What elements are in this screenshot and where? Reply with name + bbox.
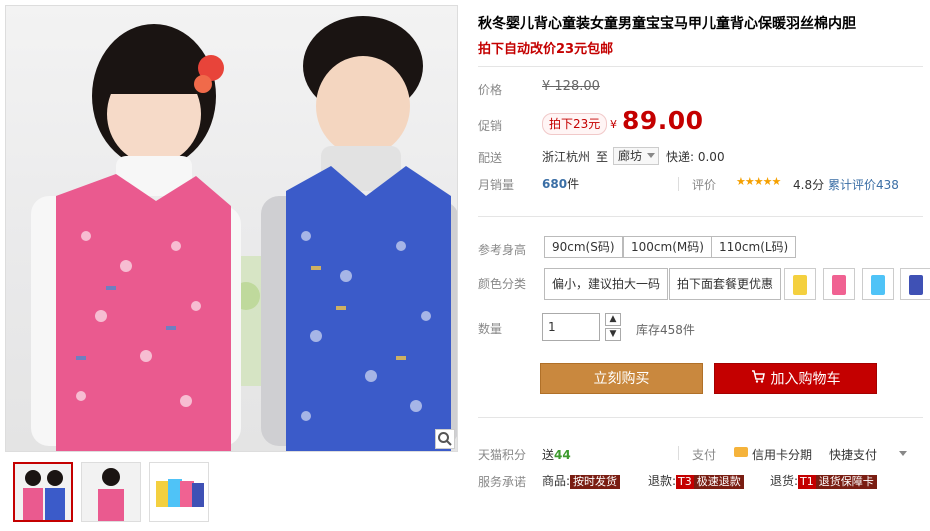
height-option-l[interactable]: 110cm(L码): [711, 236, 797, 258]
service-return-label: 退货:: [770, 474, 799, 488]
thumbnail-strip: [13, 462, 209, 522]
chevron-down-icon: [647, 153, 656, 158]
product-title: 秋冬婴儿背心童装女童男童宝宝马甲儿童背心保暖羽丝棉内胆: [478, 16, 856, 32]
review-count-link[interactable]: 累计评价438: [828, 176, 899, 193]
quick-pay[interactable]: 快捷支付: [829, 446, 877, 463]
rating-label: 评价: [692, 178, 717, 192]
points-label: 天猫积分: [478, 448, 527, 462]
chevron-down-icon[interactable]: [899, 451, 907, 456]
service-return-t1: T1: [798, 475, 816, 489]
add-to-cart-label: 加入购物车: [770, 371, 841, 388]
credit-card-icon: [734, 447, 748, 457]
original-price: ¥ 128.00: [542, 79, 600, 94]
cart-icon: [751, 364, 765, 395]
divider: [678, 446, 679, 460]
main-product-image[interactable]: [5, 5, 458, 452]
sales-unit: 件: [567, 177, 580, 191]
currency-symbol: ¥: [610, 118, 617, 131]
product-photo: [31, 16, 457, 451]
service-goods-badge[interactable]: 按时发货: [570, 475, 621, 489]
rating-score: 4.8分: [793, 178, 825, 192]
credit-installment[interactable]: 信用卡分期: [752, 446, 812, 463]
express-fee: 快递: 0.00: [666, 150, 725, 164]
quantity-input[interactable]: [542, 313, 600, 341]
divider: [478, 216, 923, 217]
divider: [478, 417, 923, 418]
service-goods: 商品: 按时发货: [542, 472, 621, 489]
quantity-increase[interactable]: ▲: [605, 313, 621, 326]
color-swatch-yellow[interactable]: [784, 268, 816, 300]
quantity-decrease[interactable]: ▼: [605, 328, 621, 341]
promo-label: 促销: [478, 119, 503, 133]
divider: [478, 66, 923, 67]
buy-now-button[interactable]: 立刻购买: [540, 363, 703, 394]
quantity-label: 数量: [478, 322, 503, 336]
sales-count: 680: [542, 177, 568, 191]
service-refund: 退款: T3 极速退款: [648, 472, 744, 489]
color-swatch-pink[interactable]: [823, 268, 855, 300]
points-number: 44: [554, 448, 571, 462]
add-to-cart-button[interactable]: 加入购物车: [714, 363, 877, 394]
height-option-m[interactable]: 100cm(M码): [623, 236, 712, 258]
service-goods-label: 商品:: [542, 474, 571, 488]
product-subtitle: 拍下自动改价23元包邮: [478, 42, 614, 57]
price-label: 价格: [478, 83, 503, 97]
divider: [678, 177, 679, 191]
service-refund-badge[interactable]: 极速退款: [693, 475, 744, 489]
thumbnail-3[interactable]: [149, 462, 209, 522]
color-swatch-lightblue[interactable]: [862, 268, 894, 300]
color-swatch-blue[interactable]: [900, 268, 930, 300]
monthly-sales-label: 月销量: [478, 178, 515, 192]
height-option-s[interactable]: 90cm(S码): [544, 236, 623, 258]
color-option-size-note[interactable]: 偏小，建议拍大一码: [544, 268, 669, 300]
promo-price: 89.00: [622, 106, 704, 135]
rating-stars: ★★★★★: [736, 175, 781, 188]
destination-value: 廊坊: [618, 149, 643, 163]
service-return-badge[interactable]: 退货保障卡: [815, 475, 877, 489]
height-label: 参考身高: [478, 243, 527, 257]
shipping-from: 浙江杭州: [542, 150, 591, 164]
service-refund-label: 退款:: [648, 474, 677, 488]
color-option-bundle[interactable]: 拍下面套餐更优惠: [669, 268, 782, 300]
points-send: 送: [542, 448, 555, 462]
points-value: 送44: [542, 446, 571, 463]
monthly-sales: 680件: [542, 175, 579, 192]
color-label: 颜色分类: [478, 277, 527, 291]
promo-tag: 拍下23元: [542, 113, 608, 135]
stock-count: 库存458件: [636, 323, 695, 337]
service-refund-t3: T3: [676, 475, 694, 489]
destination-select[interactable]: 廊坊: [613, 147, 660, 165]
service-return: 退货: T1 退货保障卡: [770, 472, 877, 489]
service-label: 服务承诺: [478, 475, 527, 489]
zoom-icon[interactable]: [435, 429, 455, 449]
thumbnail-2[interactable]: [81, 462, 141, 522]
thumbnail-1[interactable]: [13, 462, 73, 522]
pay-label: 支付: [692, 448, 717, 462]
shipping-to-label: 至: [596, 150, 609, 164]
shipping-label: 配送: [478, 151, 503, 165]
